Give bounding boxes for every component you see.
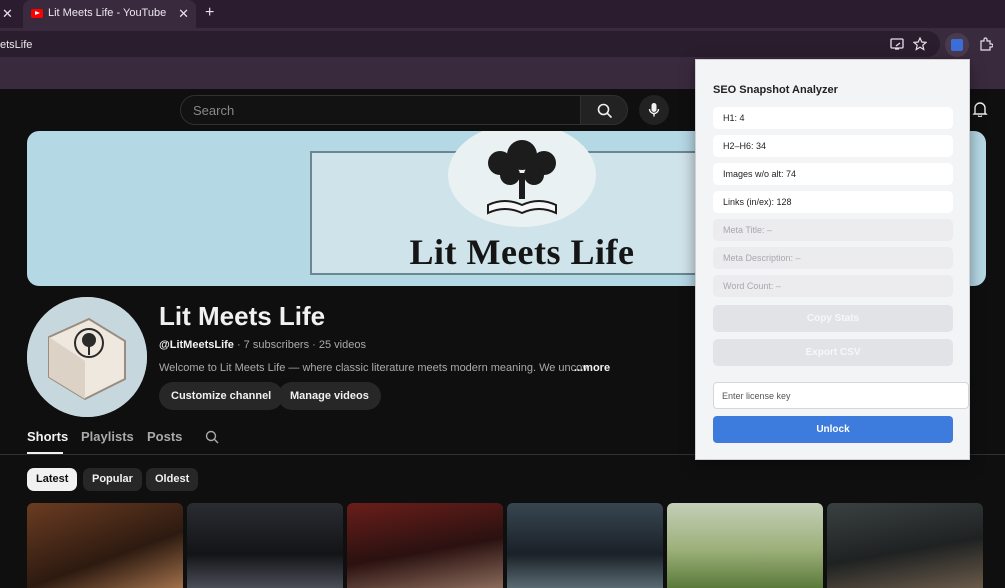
- url-field[interactable]: [0, 31, 940, 57]
- search-icon: [597, 103, 613, 119]
- channel-meta: @LitMeetsLife · 7 subscribers · 25 video…: [159, 339, 366, 351]
- stat-images-without-alt: Images w/o alt: 74: [713, 163, 953, 185]
- chip-latest[interactable]: Latest: [27, 468, 78, 491]
- customize-channel-button[interactable]: Customize channel: [159, 382, 284, 410]
- channel-name: Lit Meets Life: [159, 301, 326, 331]
- voice-search-button[interactable]: [639, 95, 669, 125]
- short-thumbnail[interactable]: [507, 503, 663, 588]
- browser-tab[interactable]: Lit Meets Life - YouTube ✕: [23, 0, 196, 28]
- extension-icon: [951, 39, 963, 51]
- microphone-icon: [648, 103, 660, 117]
- banner-frame: Lit Meets Life: [310, 131, 730, 275]
- channel-handle: @LitMeetsLife: [159, 339, 234, 351]
- chip-popular[interactable]: Popular: [83, 468, 142, 491]
- tree-book-icon: [487, 140, 557, 215]
- channel-description: Welcome to Lit Meets Life — where classi…: [159, 362, 588, 374]
- copy-stats-button[interactable]: Copy Stats: [713, 305, 953, 332]
- stat-meta-description: Meta Description: –: [713, 247, 953, 269]
- browser-tab-bar: ✕ Lit Meets Life - YouTube ✕ +: [0, 0, 1005, 28]
- stat-h1: H1: 4: [713, 107, 953, 129]
- export-csv-button[interactable]: Export CSV: [713, 339, 953, 366]
- short-thumbnail[interactable]: [827, 503, 983, 588]
- more-link[interactable]: ...more: [574, 362, 610, 374]
- stat-word-count: Word Count: –: [713, 275, 953, 297]
- address-bar: etsLife: [0, 28, 1005, 60]
- short-thumbnail[interactable]: [187, 503, 343, 588]
- stat-links: Links (in/ex): 128: [713, 191, 953, 213]
- stat-h2-h6: H2–H6: 34: [713, 135, 953, 157]
- banner-emblem: [448, 131, 596, 227]
- close-icon[interactable]: ✕: [178, 6, 189, 22]
- search-button[interactable]: [580, 95, 628, 125]
- book-logo-icon: [27, 297, 147, 417]
- star-icon[interactable]: [913, 37, 927, 51]
- avatar[interactable]: [27, 297, 147, 417]
- cast-icon[interactable]: [890, 37, 904, 51]
- tab-title: Lit Meets Life - YouTube: [48, 7, 167, 19]
- search-placeholder: Search: [193, 103, 235, 118]
- search-icon[interactable]: [205, 430, 219, 444]
- unlock-button[interactable]: Unlock: [713, 416, 953, 443]
- seo-popup: SEO Snapshot Analyzer H1: 4 H2–H6: 34 Im…: [695, 59, 970, 460]
- puzzle-icon[interactable]: [979, 37, 993, 51]
- short-thumbnail[interactable]: [667, 503, 823, 588]
- tab-playlists[interactable]: Playlists: [81, 429, 134, 444]
- manage-videos-button[interactable]: Manage videos: [278, 382, 381, 410]
- close-icon[interactable]: ✕: [2, 6, 13, 22]
- bell-icon[interactable]: [972, 101, 988, 117]
- tab-posts[interactable]: Posts: [147, 429, 182, 444]
- tab-shorts[interactable]: Shorts: [27, 429, 68, 444]
- chip-oldest[interactable]: Oldest: [146, 468, 199, 491]
- search-input[interactable]: Search: [180, 95, 581, 125]
- short-thumbnail[interactable]: [347, 503, 503, 588]
- license-key-input[interactable]: [713, 382, 969, 409]
- extension-button[interactable]: [945, 33, 969, 57]
- stat-meta-title: Meta Title: –: [713, 219, 953, 241]
- short-thumbnail[interactable]: [27, 503, 183, 588]
- plus-icon[interactable]: +: [205, 4, 214, 22]
- banner-title: Lit Meets Life: [409, 232, 635, 272]
- youtube-favicon: [31, 9, 43, 18]
- popup-title: SEO Snapshot Analyzer: [713, 84, 838, 96]
- url-text[interactable]: etsLife: [0, 39, 32, 51]
- channel-stats: · 7 subscribers · 25 videos: [233, 339, 366, 351]
